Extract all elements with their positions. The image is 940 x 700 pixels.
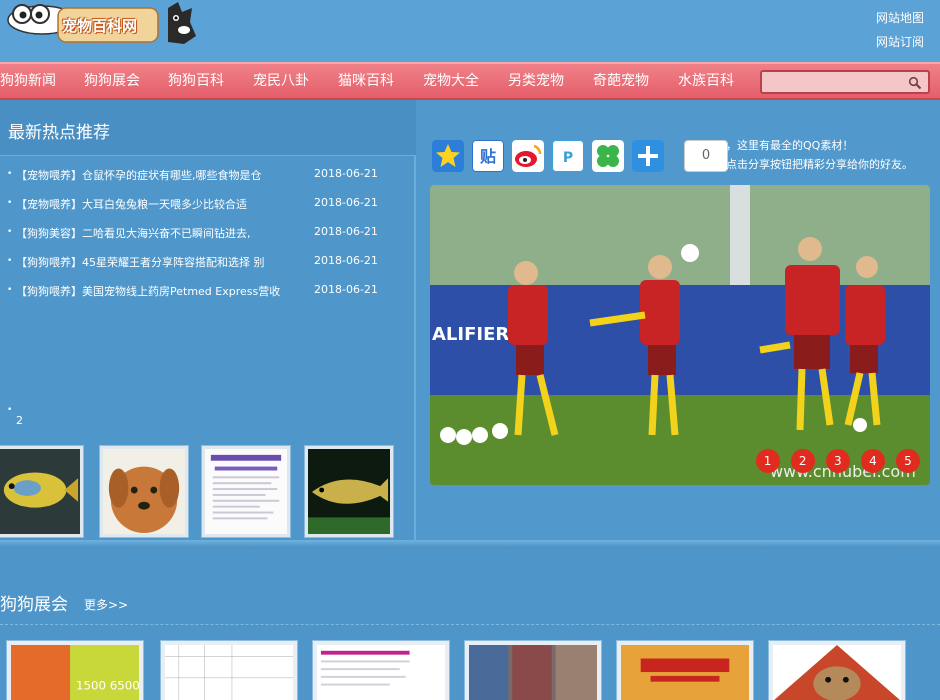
expo-dog-image [773, 645, 901, 700]
bullet-icon: • [7, 256, 13, 266]
hot-news-title: 最新热点推荐 [8, 123, 110, 143]
featured-panel: 贴 P 0 ，这里有最全的QQ素材！ 点击分享按钮把精彩分享给你的好友。 ALI… [418, 100, 940, 540]
site-logo[interactable]: 宠物百科网 [0, 0, 200, 52]
news-date: 2018-06-21 [314, 225, 378, 238]
expo-item-dog[interactable] [768, 640, 906, 700]
thumbnail-strip [0, 445, 416, 539]
nav-item-dog-news[interactable]: 狗狗新闻 [0, 64, 56, 98]
expo-banner-image [621, 645, 749, 700]
slider-dot-5[interactable]: 5 [896, 449, 920, 473]
expo-item-poster[interactable]: 1500 65000 80 [6, 640, 166, 700]
news-item[interactable]: • 【狗狗喂养】45星荣耀王者分享阵容搭配和选择 别 2018-06-21 [0, 249, 410, 278]
share-count: 0 [684, 140, 728, 172]
news-title[interactable]: 【宠物喂养】仓鼠怀孕的症状有哪些,哪些食物是仓 [16, 167, 298, 183]
sitemap-link[interactable]: 网站地图 [876, 6, 924, 30]
nav-item-pet-catalog[interactable]: 宠物大全 [423, 64, 479, 98]
svg-text:贴: 贴 [480, 147, 496, 166]
news-item[interactable]: • 【宠物喂养】大耳白兔兔粮一天喂多少比较合适 2018-06-21 [0, 191, 410, 220]
fish-image [0, 449, 80, 534]
search-input[interactable] [766, 74, 904, 90]
bullet-icon: • [7, 198, 13, 208]
news-title[interactable]: 【狗狗喂养】美国宠物线上药房Petmed Express营收 [16, 283, 298, 299]
top-links: 网站地图 网站订阅 [876, 6, 924, 54]
thumbnail-arowana[interactable] [304, 445, 394, 538]
slider-dot-4[interactable]: 4 [860, 449, 885, 473]
expo-item-document[interactable] [312, 640, 450, 700]
expo-item-table[interactable] [160, 640, 298, 700]
expo-item-crowd[interactable] [464, 640, 602, 700]
expo-crowd-image [469, 645, 597, 700]
nav-item-exotic-pets[interactable]: 另类宠物 [508, 64, 564, 98]
svg-text:1500 65000 80: 1500 65000 80 [76, 679, 139, 693]
news-title[interactable]: 【狗狗美容】二哈看见大海兴奋不已瞬间钻进去, [16, 225, 298, 241]
news-item[interactable]: • 【狗狗喂养】美国宠物线上药房Petmed Express营收 2018-06… [0, 278, 410, 307]
bullet-icon: • [7, 227, 13, 237]
section-divider [0, 540, 940, 548]
main-nav: 狗狗新闻 狗狗展会 狗狗百科 宠民八卦 猫咪百科 宠物大全 另类宠物 奇葩宠物 … [0, 62, 940, 100]
slider-dot-2[interactable]: 2 [790, 449, 815, 473]
expo-poster-image: 1500 65000 80 [11, 645, 166, 700]
slider-dot-1[interactable]: 1 [755, 449, 780, 473]
bullet-icon: • [7, 169, 13, 179]
news-title[interactable]: 【宠物喂养】大耳白兔兔粮一天喂多少比较合适 [16, 196, 298, 212]
bullet-icon: • [7, 285, 13, 295]
weibo-icon[interactable] [512, 140, 544, 172]
share-caption-line1: ，这里有最全的QQ素材！ [726, 139, 854, 152]
hot-news-panel: 最新热点推荐 • 【宠物喂养】仓鼠怀孕的症状有哪些,哪些食物是仓 2018-06… [0, 100, 416, 540]
news-item[interactable]: • 【狗狗美容】二哈看见大海兴奋不已瞬间钻进去, 2018-06-21 [0, 220, 410, 249]
news-item[interactable]: • 【宠物喂养】仓鼠怀孕的症状有哪些,哪些食物是仓 2018-06-21 [0, 162, 410, 191]
pengyou-icon[interactable] [592, 140, 624, 172]
subscribe-link[interactable]: 网站订阅 [876, 30, 924, 54]
dog-image [103, 449, 185, 534]
section-title: 狗狗展会 [0, 595, 68, 615]
qzone-icon[interactable] [432, 140, 464, 172]
svg-text:P: P [563, 150, 573, 166]
news-date: 2018-06-21 [314, 196, 378, 209]
nav-item-dog-expo[interactable]: 狗狗展会 [84, 64, 140, 98]
tencent-weibo-icon[interactable]: P [552, 140, 584, 172]
thumbnail-document[interactable] [201, 445, 291, 538]
expo-item-banner[interactable] [616, 640, 754, 700]
news-date: 2018-06-21 [314, 167, 378, 180]
hot-news-header: 最新热点推荐 [0, 100, 416, 156]
news-title[interactable]: 【狗狗喂养】45星荣耀王者分享阵容搭配和选择 别 [16, 254, 298, 270]
more-share-icon[interactable] [632, 140, 664, 172]
nav-item-cat-wiki[interactable]: 猫咪百科 [338, 64, 394, 98]
logo-text: 宠物百科网 [62, 17, 138, 35]
share-caption-line2: 点击分享按钮把精彩分享给你的好友。 [726, 158, 913, 171]
thumbnail-fish[interactable] [0, 445, 84, 538]
dashed-separator [0, 624, 940, 625]
search-icon[interactable] [908, 76, 922, 90]
bullet-icon: • [7, 405, 13, 415]
document-image [205, 449, 287, 534]
thumbnail-dog[interactable] [99, 445, 189, 538]
header: 宠物百科网 网站地图 网站订阅 [0, 0, 940, 62]
more-link[interactable]: 更多>> [84, 596, 128, 613]
share-caption: ，这里有最全的QQ素材！ 点击分享按钮把精彩分享给你的好友。 [726, 136, 913, 174]
expo-document-image [317, 645, 445, 700]
nav-item-aquatic-wiki[interactable]: 水族百科 [678, 64, 734, 98]
news-date: 2018-06-21 [314, 254, 378, 267]
news-date: 2018-06-21 [314, 283, 378, 296]
image-slider[interactable]: ALIFIERS 1 2 3 4 5 [430, 185, 930, 485]
nav-item-dog-wiki[interactable]: 狗狗百科 [168, 64, 224, 98]
soccer-training-photo: ALIFIERS [430, 185, 930, 485]
expo-table-image [165, 645, 293, 700]
tieba-icon[interactable]: 贴 [472, 140, 504, 172]
nav-item-odd-pets[interactable]: 奇葩宠物 [593, 64, 649, 98]
slider-dots: 1 2 3 4 5 [750, 449, 920, 473]
nav-item-gossip[interactable]: 宠民八卦 [253, 64, 309, 98]
search-box [760, 70, 930, 94]
arowana-image [308, 449, 390, 534]
dog-expo-section: 狗狗展会 更多>> 1500 65000 80 [0, 548, 940, 700]
page-number[interactable]: 2 [16, 414, 23, 427]
slider-dot-3[interactable]: 3 [825, 449, 850, 473]
news-list: • 【宠物喂养】仓鼠怀孕的症状有哪些,哪些食物是仓 2018-06-21 • 【… [0, 162, 410, 307]
